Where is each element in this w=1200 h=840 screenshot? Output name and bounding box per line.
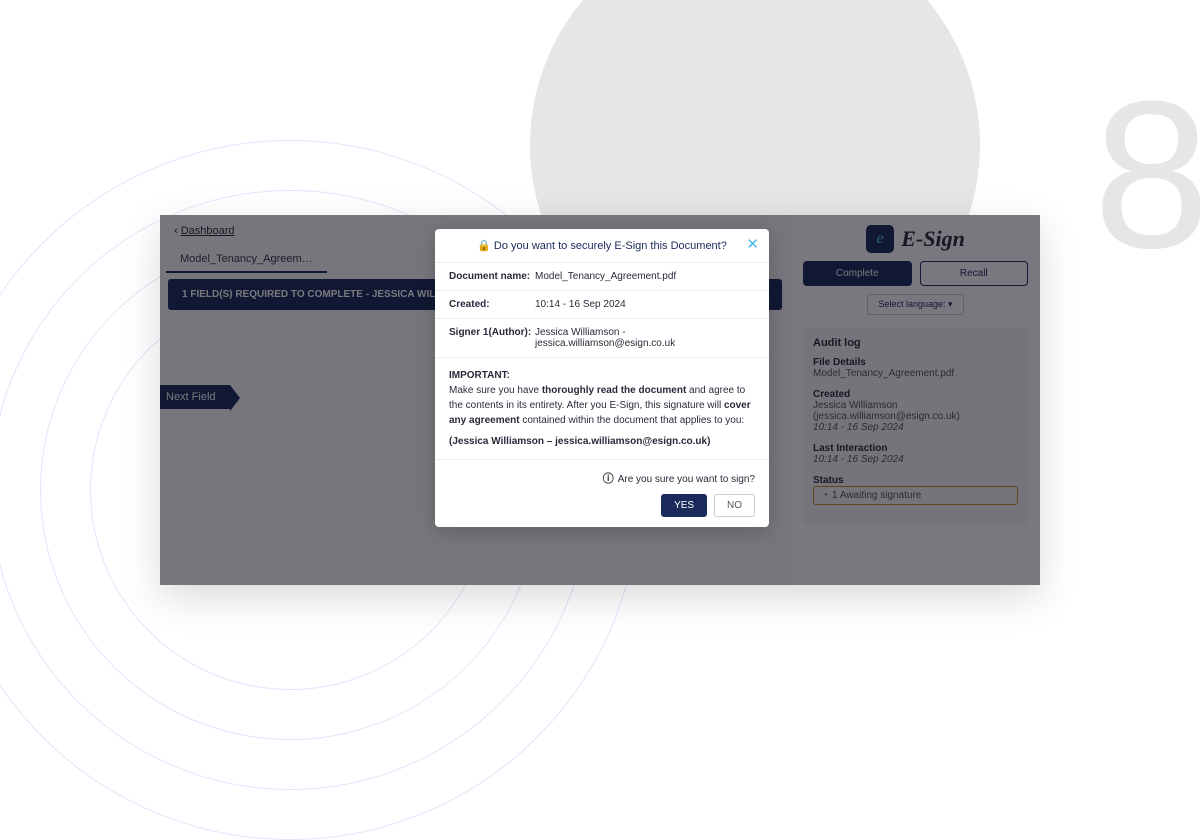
doc-name-value: Model_Tenancy_Agreement.pdf (535, 271, 755, 282)
modal-created-label: Created: (449, 299, 535, 310)
no-button[interactable]: NO (714, 494, 755, 517)
modal-title: Do you want to securely E-Sign this Docu… (494, 240, 727, 252)
body-strong-1: thoroughly read the document (542, 385, 686, 396)
modal-header: 🔒 Do you want to securely E-Sign this Do… (435, 229, 769, 263)
modal-body: IMPORTANT: Make sure you have thoroughly… (435, 358, 769, 460)
modal-created-value: 10:14 - 16 Sep 2024 (535, 299, 755, 310)
modal-footer: Are you sure you want to sign? YES NO (435, 460, 769, 527)
app-window: ‹ Dashboard Model_Tenancy_Agreem… 1 FIEL… (160, 215, 1040, 585)
sign-confirm-modal: 🔒 Do you want to securely E-Sign this Do… (435, 229, 769, 527)
body-text: Make sure you have (449, 385, 542, 396)
close-icon[interactable]: ✕ (746, 237, 759, 252)
signer-value: Jessica Williamson - jessica.williamson@… (535, 327, 755, 349)
signer-label: Signer 1(Author): (449, 327, 535, 349)
body-text-3: contained within the document that appli… (520, 415, 745, 426)
yes-button[interactable]: YES (661, 494, 707, 517)
modal-row-created: Created: 10:14 - 16 Sep 2024 (435, 291, 769, 319)
bg-eight-glyph: 8 (1093, 70, 1200, 280)
signer-identity: (Jessica Williamson – jessica.williamson… (449, 434, 755, 449)
lock-icon: 🔒 (477, 240, 491, 252)
confirm-question: Are you sure you want to sign? (449, 470, 755, 486)
modal-row-signer: Signer 1(Author): Jessica Williamson - j… (435, 319, 769, 358)
important-label: IMPORTANT (449, 370, 507, 381)
modal-buttons: YES NO (449, 494, 755, 517)
modal-row-doc-name: Document name: Model_Tenancy_Agreement.p… (435, 263, 769, 291)
doc-name-label: Document name: (449, 271, 535, 282)
